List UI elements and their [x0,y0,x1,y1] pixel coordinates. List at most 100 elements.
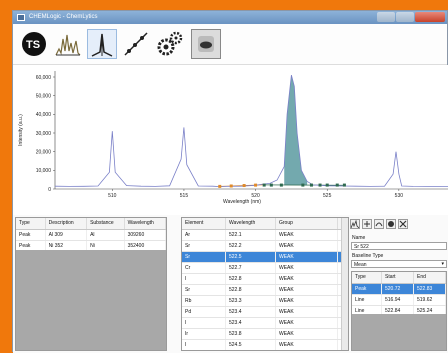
table-cell: WEAK [276,285,338,295]
settings-gears-icon[interactable] [155,29,185,59]
table-row[interactable]: Pd523.4WEAK [182,307,348,318]
close-window-button[interactable] [415,12,445,22]
name-field[interactable]: Sr 522 [351,242,447,250]
peak-tool-icon[interactable] [87,29,117,59]
table-cell: Al 309 [46,230,87,240]
curve-icon[interactable] [374,219,384,229]
table-row[interactable]: I522.8WEAK [182,274,348,285]
baseline-marker [263,184,266,187]
svg-text:TS: TS [26,39,40,51]
table-cell: WEAK [276,318,338,328]
elements-table: Element Wavelength Group Ar522.1WEAKSr52… [181,217,349,351]
baseline-marker [326,184,329,187]
peaks-empty-area [16,250,166,350]
table-cell: 524.5 [226,340,276,350]
elements-col-group[interactable]: Group [276,218,338,229]
maximize-button[interactable] [396,12,414,22]
y-tick-label: 0 [48,187,51,193]
table-row[interactable]: Ir523.8WEAK [182,329,348,340]
baseline-type-select[interactable]: Mean ▾ [351,260,447,268]
peaks-table-header: Type Description Substance Wavelength [16,218,166,230]
table-cell: Ir [182,329,226,339]
table-row[interactable]: I523.4WEAK [182,318,348,329]
table-cell: I [182,318,226,328]
peaks-col-type[interactable]: Type [16,218,46,229]
table-cell: WEAK [276,340,338,350]
baseline-marker [336,184,339,187]
y-tick-label: 30,000 [36,131,52,137]
ranges-table-header: Type Start End [352,272,446,284]
spectrum-view-icon[interactable] [350,219,360,229]
elements-scrollbar[interactable] [341,218,348,350]
ranges-col-start[interactable]: Start [382,272,414,283]
remove-icon[interactable] [386,219,396,229]
calibration-curve-icon[interactable] [121,29,151,59]
table-row[interactable]: Sr522.5WEAK [182,252,348,263]
bottom-panel: Type Description Substance Wavelength Pe… [13,215,448,353]
y-axis-label: Intensity (a.u.) [18,114,24,146]
table-cell: WEAK [276,307,338,317]
x-tick-label: 525 [323,193,332,199]
table-cell: I [182,274,226,284]
table-row[interactable]: Sr522.8WEAK [182,285,348,296]
table-cell: 309260 [125,230,166,240]
app-window: CHEMLogic - ChemLytics TS 60,00050,00040… [12,10,448,352]
table-cell: Peak [16,230,46,240]
minimize-button[interactable] [377,12,395,22]
table-cell: WEAK [276,274,338,284]
elements-col-wavelength[interactable]: Wavelength [226,218,276,229]
baseline-marker [270,184,273,187]
peaks-col-description[interactable]: Description [46,218,87,229]
chevron-down-icon: ▾ [441,261,444,267]
camera-icon[interactable] [191,29,221,59]
close-icon[interactable] [398,219,408,229]
table-cell: WEAK [276,263,338,273]
spectrum-plot-panel: 60,00050,00040,00030,00020,00010,0000510… [13,65,448,215]
window-title: CHEMLogic - ChemLytics [29,14,97,20]
table-cell: WEAK [276,241,338,251]
table-cell: Rb [182,296,226,306]
table-cell: 522.7 [226,263,276,273]
baseline-marker [218,185,221,188]
table-cell: 516.94 [382,295,414,305]
ranges-col-type[interactable]: Type [352,272,382,283]
main-toolbar: TS [13,24,447,65]
peaks-table: Type Description Substance Wavelength Pe… [15,217,167,351]
table-cell: WEAK [276,230,338,240]
y-tick-label: 20,000 [36,149,52,155]
table-cell: WEAK [276,252,338,262]
ranges-col-end[interactable]: End [414,272,446,283]
table-row[interactable]: Cr522.7WEAK [182,263,348,274]
table-cell: Line [352,295,382,305]
table-cell: 522.8 [226,285,276,295]
table-cell: 522.1 [226,230,276,240]
table-cell: Sr [182,241,226,251]
table-row[interactable]: Ar522.1WEAK [182,230,348,241]
tsi-logo-icon[interactable]: TS [19,29,49,59]
peaks-col-wavelength[interactable]: Wavelength [125,218,166,229]
baseline-marker [230,184,233,187]
ranges-table: Type Start End Peak 520.72 522.83 Line 5… [351,271,447,351]
baseline-marker [254,184,257,187]
peak-add-icon[interactable] [362,219,372,229]
name-label: Name [352,235,365,241]
table-row[interactable]: Line 516.94 519.62 [352,295,446,306]
baseline-marker [343,184,346,187]
spectra-library-icon[interactable] [53,29,83,59]
baseline-marker [280,184,283,187]
table-row[interactable]: I524.5WEAK [182,340,348,351]
table-cell: I [182,340,226,350]
table-cell: Pd [182,307,226,317]
table-row[interactable]: Sr522.2WEAK [182,241,348,252]
table-row[interactable]: Peak 520.72 522.83 [352,284,446,295]
table-cell: Al [87,230,125,240]
baseline-marker [310,184,313,187]
baseline-marker [301,184,304,187]
table-cell: 519.62 [414,295,446,305]
ranges-empty-area [352,314,446,350]
table-row[interactable]: Peak Al 309 Al 309260 [16,230,166,241]
spectrum-chart[interactable]: 60,00050,00040,00030,00020,00010,0000510… [13,65,448,215]
table-row[interactable]: Rb523.3WEAK [182,296,348,307]
elements-col-element[interactable]: Element [182,218,226,229]
peaks-col-substance[interactable]: Substance [87,218,125,229]
